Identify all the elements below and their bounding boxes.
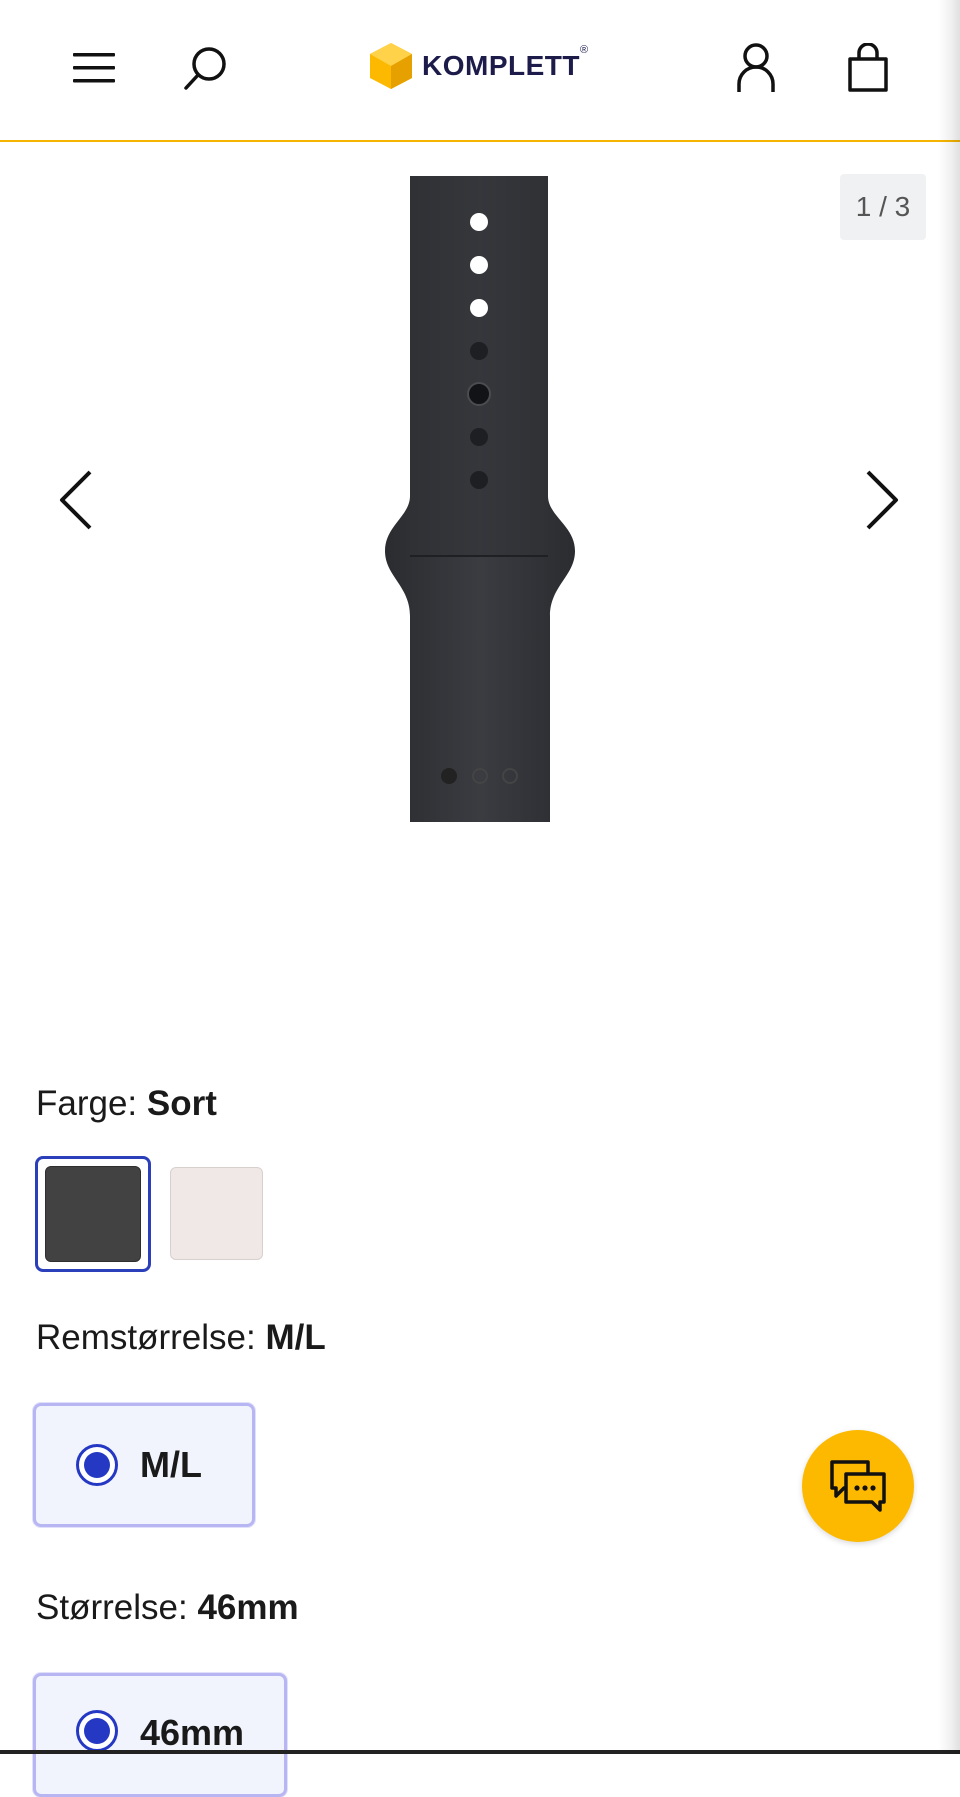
search-icon xyxy=(184,47,226,90)
komplett-logo[interactable]: KOMPLETT® xyxy=(368,38,588,94)
gallery-dot-1[interactable] xyxy=(441,768,457,784)
logo-mark-icon xyxy=(370,43,412,89)
gallery-dot-3[interactable] xyxy=(502,768,518,784)
band-size-label: Remstørrelse: xyxy=(36,1318,256,1357)
size-label-row: Størrelse: 46mm xyxy=(36,1588,299,1628)
site-header: KOMPLETT® xyxy=(0,0,960,142)
logo-registered-mark: ® xyxy=(580,44,589,56)
edge-shadow xyxy=(938,0,960,1754)
product-image-watch-band xyxy=(385,176,575,822)
cart-button[interactable] xyxy=(832,32,904,104)
color-value: Sort xyxy=(146,1084,217,1123)
color-label: Farge: xyxy=(36,1084,138,1123)
radio-selected[interactable] xyxy=(76,1710,118,1752)
size-option-46mm[interactable]: 46mm xyxy=(33,1673,287,1797)
user-icon xyxy=(737,43,775,92)
image-counter: 1 / 3 xyxy=(840,174,926,240)
chevron-left-icon xyxy=(60,470,92,530)
radio-selected[interactable] xyxy=(76,1444,118,1486)
color-swatch-fill xyxy=(45,1166,141,1262)
band-size-value: M/L xyxy=(265,1318,326,1357)
size-value: 46mm xyxy=(197,1588,299,1627)
band-size-label-row: Remstørrelse: M/L xyxy=(36,1318,326,1358)
previous-image-button[interactable] xyxy=(44,460,108,540)
account-button[interactable] xyxy=(720,32,792,104)
color-swatch-light[interactable] xyxy=(170,1167,263,1260)
chat-button[interactable] xyxy=(802,1430,914,1542)
band-size-option-label: M/L xyxy=(140,1444,202,1485)
chat-bubbles-icon xyxy=(830,1460,886,1512)
chevron-right-icon xyxy=(866,470,898,530)
band-size-option-ml[interactable]: M/L xyxy=(33,1403,255,1527)
logo-text: KOMPLETT xyxy=(422,50,580,81)
size-label: Størrelse: xyxy=(36,1588,188,1627)
bottom-edge xyxy=(0,1750,960,1754)
gallery-dot-2[interactable] xyxy=(472,768,488,784)
hamburger-menu-icon xyxy=(73,53,115,83)
color-swatch-sort[interactable] xyxy=(35,1156,151,1272)
search-button[interactable] xyxy=(170,32,242,104)
size-option-label: 46mm xyxy=(140,1712,245,1753)
menu-button[interactable] xyxy=(58,32,130,104)
next-image-button[interactable] xyxy=(850,460,914,540)
shopping-bag-icon xyxy=(848,43,888,92)
color-label-row: Farge: Sort xyxy=(36,1084,217,1124)
